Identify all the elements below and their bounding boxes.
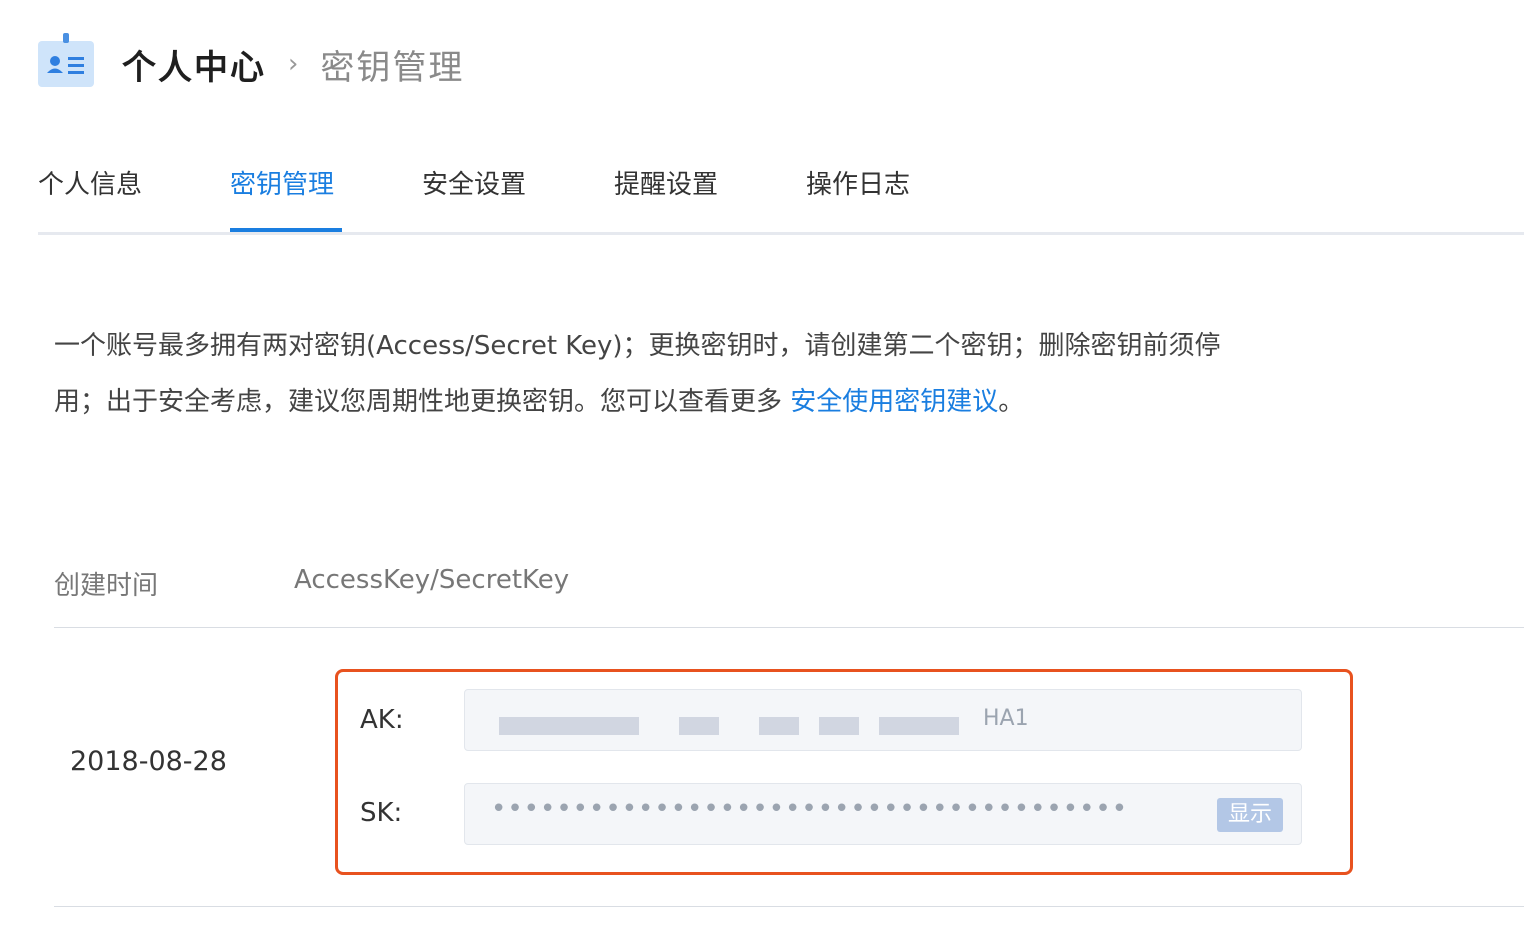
key-security-advice-link[interactable]: 安全使用密钥建议 — [790, 387, 998, 417]
breadcrumb-chevron-icon: › — [288, 49, 299, 79]
key-policy-description: 一个账号最多拥有两对密钥(Access/Secret Key)；更换密钥时，请创… — [54, 318, 1314, 430]
tab-personal-info[interactable]: 个人信息 — [38, 164, 142, 201]
redacted-block — [499, 717, 639, 735]
tab-operation-log[interactable]: 操作日志 — [806, 164, 910, 201]
redacted-block — [759, 717, 799, 735]
redacted-block — [879, 717, 959, 735]
id-card-icon — [38, 33, 94, 87]
column-header-created: 创建时间 — [54, 571, 159, 601]
tab-key-management[interactable]: 密钥管理 — [230, 164, 334, 201]
table-header-divider — [54, 627, 1524, 628]
breadcrumb-current: 密钥管理 — [320, 47, 465, 88]
tab-bar: 个人信息 密钥管理 安全设置 提醒设置 操作日志 — [38, 150, 1524, 235]
column-header-keys: AccessKey/SecretKey — [294, 565, 570, 595]
created-date: 2018-08-28 — [70, 746, 227, 777]
breadcrumb-root[interactable]: 个人中心 — [122, 40, 266, 89]
access-key-field[interactable]: HA1 — [464, 689, 1302, 751]
show-secret-button[interactable]: 显示 — [1217, 798, 1283, 832]
ak-label: AK: — [360, 705, 404, 735]
access-key-visible-tail: HA1 — [983, 706, 1029, 731]
description-line-1: 一个账号最多拥有两对密钥(Access/Secret Key)；更换密钥时，请创… — [54, 331, 1221, 361]
page-header: 个人中心 › 密钥管理 — [38, 33, 465, 90]
description-line-2: 用；出于安全考虑，建议您周期性地更换密钥。您可以查看更多 安全使用密钥建议。 — [54, 374, 1314, 430]
secret-key-field[interactable]: ••••••••••••••••••••••••••••••••••••••• … — [464, 783, 1302, 845]
redacted-block — [679, 717, 719, 735]
description-text: 用；出于安全考虑，建议您周期性地更换密钥。您可以查看更多 — [54, 387, 791, 417]
table-row-divider — [54, 906, 1524, 907]
tab-security-settings[interactable]: 安全设置 — [422, 164, 526, 201]
tab-reminder-settings[interactable]: 提醒设置 — [614, 164, 718, 201]
sk-label: SK: — [360, 798, 403, 828]
secret-key-masked: ••••••••••••••••••••••••••••••••••••••• — [491, 794, 1129, 824]
redacted-block — [819, 717, 859, 735]
description-period: 。 — [998, 387, 1025, 417]
active-tab-indicator — [230, 228, 342, 232]
